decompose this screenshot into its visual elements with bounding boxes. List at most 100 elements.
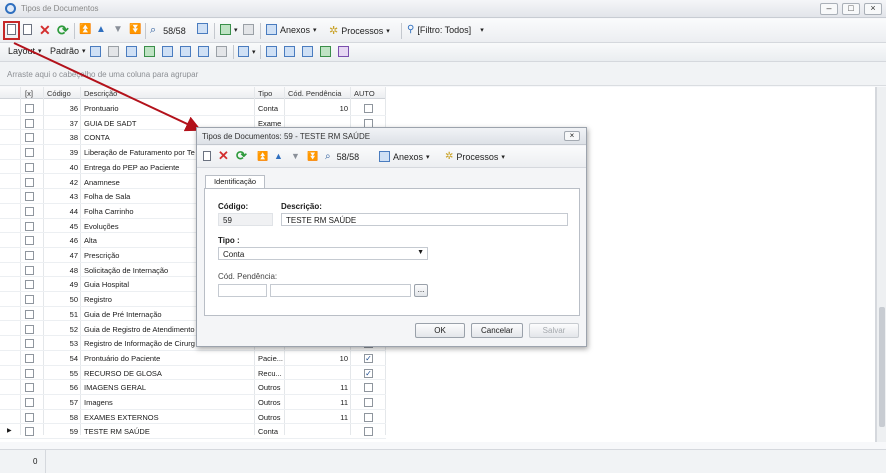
processes-button[interactable]: ✲ Processos ▾ [329, 24, 390, 37]
layout-action-1[interactable] [90, 46, 101, 57]
table-row[interactable]: 56 IMAGENS GERAL Outros 11 [0, 380, 386, 395]
row-select-checkbox[interactable] [25, 368, 34, 378]
dialog-next-button[interactable]: ▼ [291, 151, 300, 161]
auto-checkbox[interactable] [364, 398, 373, 407]
row-select-checkbox[interactable] [25, 133, 34, 143]
col-header-select[interactable]: [x] [25, 89, 33, 98]
vertical-scrollbar[interactable] [876, 87, 886, 442]
dialog-first-button[interactable]: ⏫ [257, 151, 268, 162]
row-select-checkbox[interactable] [25, 324, 34, 334]
row-select-checkbox[interactable] [25, 192, 34, 202]
table-row[interactable]: 36 Prontuario Conta 10 [0, 101, 386, 116]
last-record-button[interactable]: ⏬ [129, 24, 141, 35]
row-select-checkbox[interactable] [25, 236, 34, 246]
scrollbar-thumb[interactable] [879, 307, 885, 427]
row-select-checkbox[interactable] [25, 104, 34, 113]
description-field[interactable]: TESTE RM SAÚDE [281, 213, 568, 226]
row-select-checkbox[interactable] [25, 206, 34, 216]
dialog-last-button[interactable]: ⏬ [307, 151, 318, 162]
row-select-checkbox[interactable] [25, 339, 34, 349]
group-by-area[interactable]: Arraste aqui o cabeçalho de uma coluna p… [0, 62, 886, 86]
delete-button[interactable]: ✕ [39, 22, 51, 39]
pending-lookup-button[interactable]: ... [414, 284, 428, 297]
ok-button[interactable]: OK [415, 323, 465, 338]
row-select-checkbox[interactable] [25, 280, 34, 290]
layout-action-2[interactable] [108, 46, 119, 57]
auto-checkbox[interactable]: ✓ [364, 353, 373, 363]
edit-button[interactable] [23, 24, 32, 35]
pending-code-field[interactable] [218, 284, 267, 297]
standard-layout-menu[interactable]: Padrão ▾ [50, 46, 86, 56]
view-button-4[interactable] [320, 46, 331, 57]
layout-action-5[interactable] [162, 46, 173, 57]
table-row[interactable]: 58 EXAMES EXTERNOS Outros 11 [0, 410, 386, 425]
row-select-checkbox[interactable] [25, 295, 34, 305]
maximize-button[interactable]: □ [842, 3, 860, 15]
close-button[interactable]: × [864, 3, 882, 15]
col-header-pending-code[interactable]: Cód. Pendência [288, 89, 341, 98]
auto-checkbox[interactable] [364, 383, 373, 393]
cancel-button[interactable]: Cancelar [471, 323, 523, 338]
layout-action-8[interactable] [216, 46, 227, 57]
row-select-checkbox[interactable] [25, 309, 34, 319]
search-button[interactable]: ⌕ 58/58 [150, 24, 186, 37]
table-row[interactable]: 57 Imagens Outros 11 [0, 395, 386, 410]
row-select-checkbox[interactable] [25, 177, 34, 187]
auto-checkbox[interactable]: ✓ [364, 368, 373, 378]
row-select-checkbox[interactable] [25, 162, 34, 172]
dialog-new-button[interactable] [203, 151, 211, 161]
print-button[interactable] [243, 24, 254, 35]
layout-action-7[interactable] [198, 46, 209, 57]
table-row[interactable]: 55 RECURSO DE GLOSA Recu... ✓ [0, 366, 386, 381]
type-select[interactable]: Conta ▼ [218, 247, 428, 260]
dialog-processes-button[interactable]: ✲ Processos ▾ [445, 151, 505, 162]
view-button-3[interactable] [302, 46, 313, 57]
dialog-search-button[interactable]: ⌕ 58/58 [325, 151, 359, 162]
row-select-checkbox[interactable] [25, 427, 34, 437]
dialog-delete-button[interactable]: ✕ [218, 148, 229, 164]
chart-button[interactable]: ▾ [238, 46, 256, 57]
layout-action-3[interactable] [126, 46, 137, 57]
export-button[interactable]: ▾ [220, 24, 238, 35]
row-select-checkbox[interactable] [25, 221, 34, 231]
layout-menu[interactable]: Layout ▾ [8, 46, 42, 56]
auto-checkbox[interactable] [364, 104, 373, 113]
previous-record-button[interactable]: ▲ [96, 24, 106, 35]
filter-button[interactable]: ⚲ [Filtro: Todos] ▾ [407, 24, 484, 35]
col-header-code[interactable]: Código [47, 89, 71, 98]
first-record-button[interactable]: ⏫ [79, 24, 91, 35]
row-select-checkbox[interactable] [25, 251, 34, 260]
layout-action-6[interactable] [180, 46, 191, 57]
grid-view-button[interactable] [197, 23, 208, 34]
dialog-attachments-button[interactable]: Anexos ▾ [379, 151, 430, 162]
layout-action-4[interactable] [144, 46, 155, 57]
view-button-5[interactable] [338, 46, 349, 57]
row-select-checkbox[interactable] [25, 265, 34, 275]
row-select-checkbox[interactable] [25, 398, 34, 407]
view-button-1[interactable] [266, 46, 277, 57]
row-select-checkbox[interactable] [25, 148, 34, 158]
table-row[interactable]: ▶ 59 TESTE RM SAÚDE Conta [0, 424, 386, 440]
save-button[interactable]: Salvar [529, 323, 579, 338]
auto-checkbox[interactable] [364, 412, 373, 422]
refresh-button[interactable]: ⟳ [57, 22, 69, 39]
tab-identification[interactable]: Identificação [205, 175, 265, 189]
row-select-checkbox[interactable] [25, 353, 34, 363]
col-header-auto[interactable]: AUTO [354, 89, 375, 98]
view-button-2[interactable] [284, 46, 295, 57]
dialog-refresh-button[interactable]: ⟳ [236, 148, 247, 164]
next-record-button[interactable]: ▼ [113, 24, 123, 35]
table-row[interactable]: 54 Prontuário do Paciente Pacie... 10 ✓ [0, 351, 386, 366]
attachments-button[interactable]: Anexos ▾ [266, 24, 317, 35]
row-select-checkbox[interactable] [25, 383, 34, 393]
dialog-close-button[interactable]: × [564, 131, 580, 141]
code-field[interactable]: 59 [218, 213, 273, 226]
row-select-checkbox[interactable] [25, 118, 34, 128]
col-header-type[interactable]: Tipo [258, 89, 272, 98]
col-header-description[interactable]: Descrição [84, 89, 117, 98]
auto-checkbox[interactable] [364, 427, 373, 437]
minimize-button[interactable]: – [820, 3, 838, 15]
dialog-previous-button[interactable]: ▲ [274, 151, 283, 161]
pending-description-field[interactable] [270, 284, 411, 297]
row-select-checkbox[interactable] [25, 412, 34, 422]
